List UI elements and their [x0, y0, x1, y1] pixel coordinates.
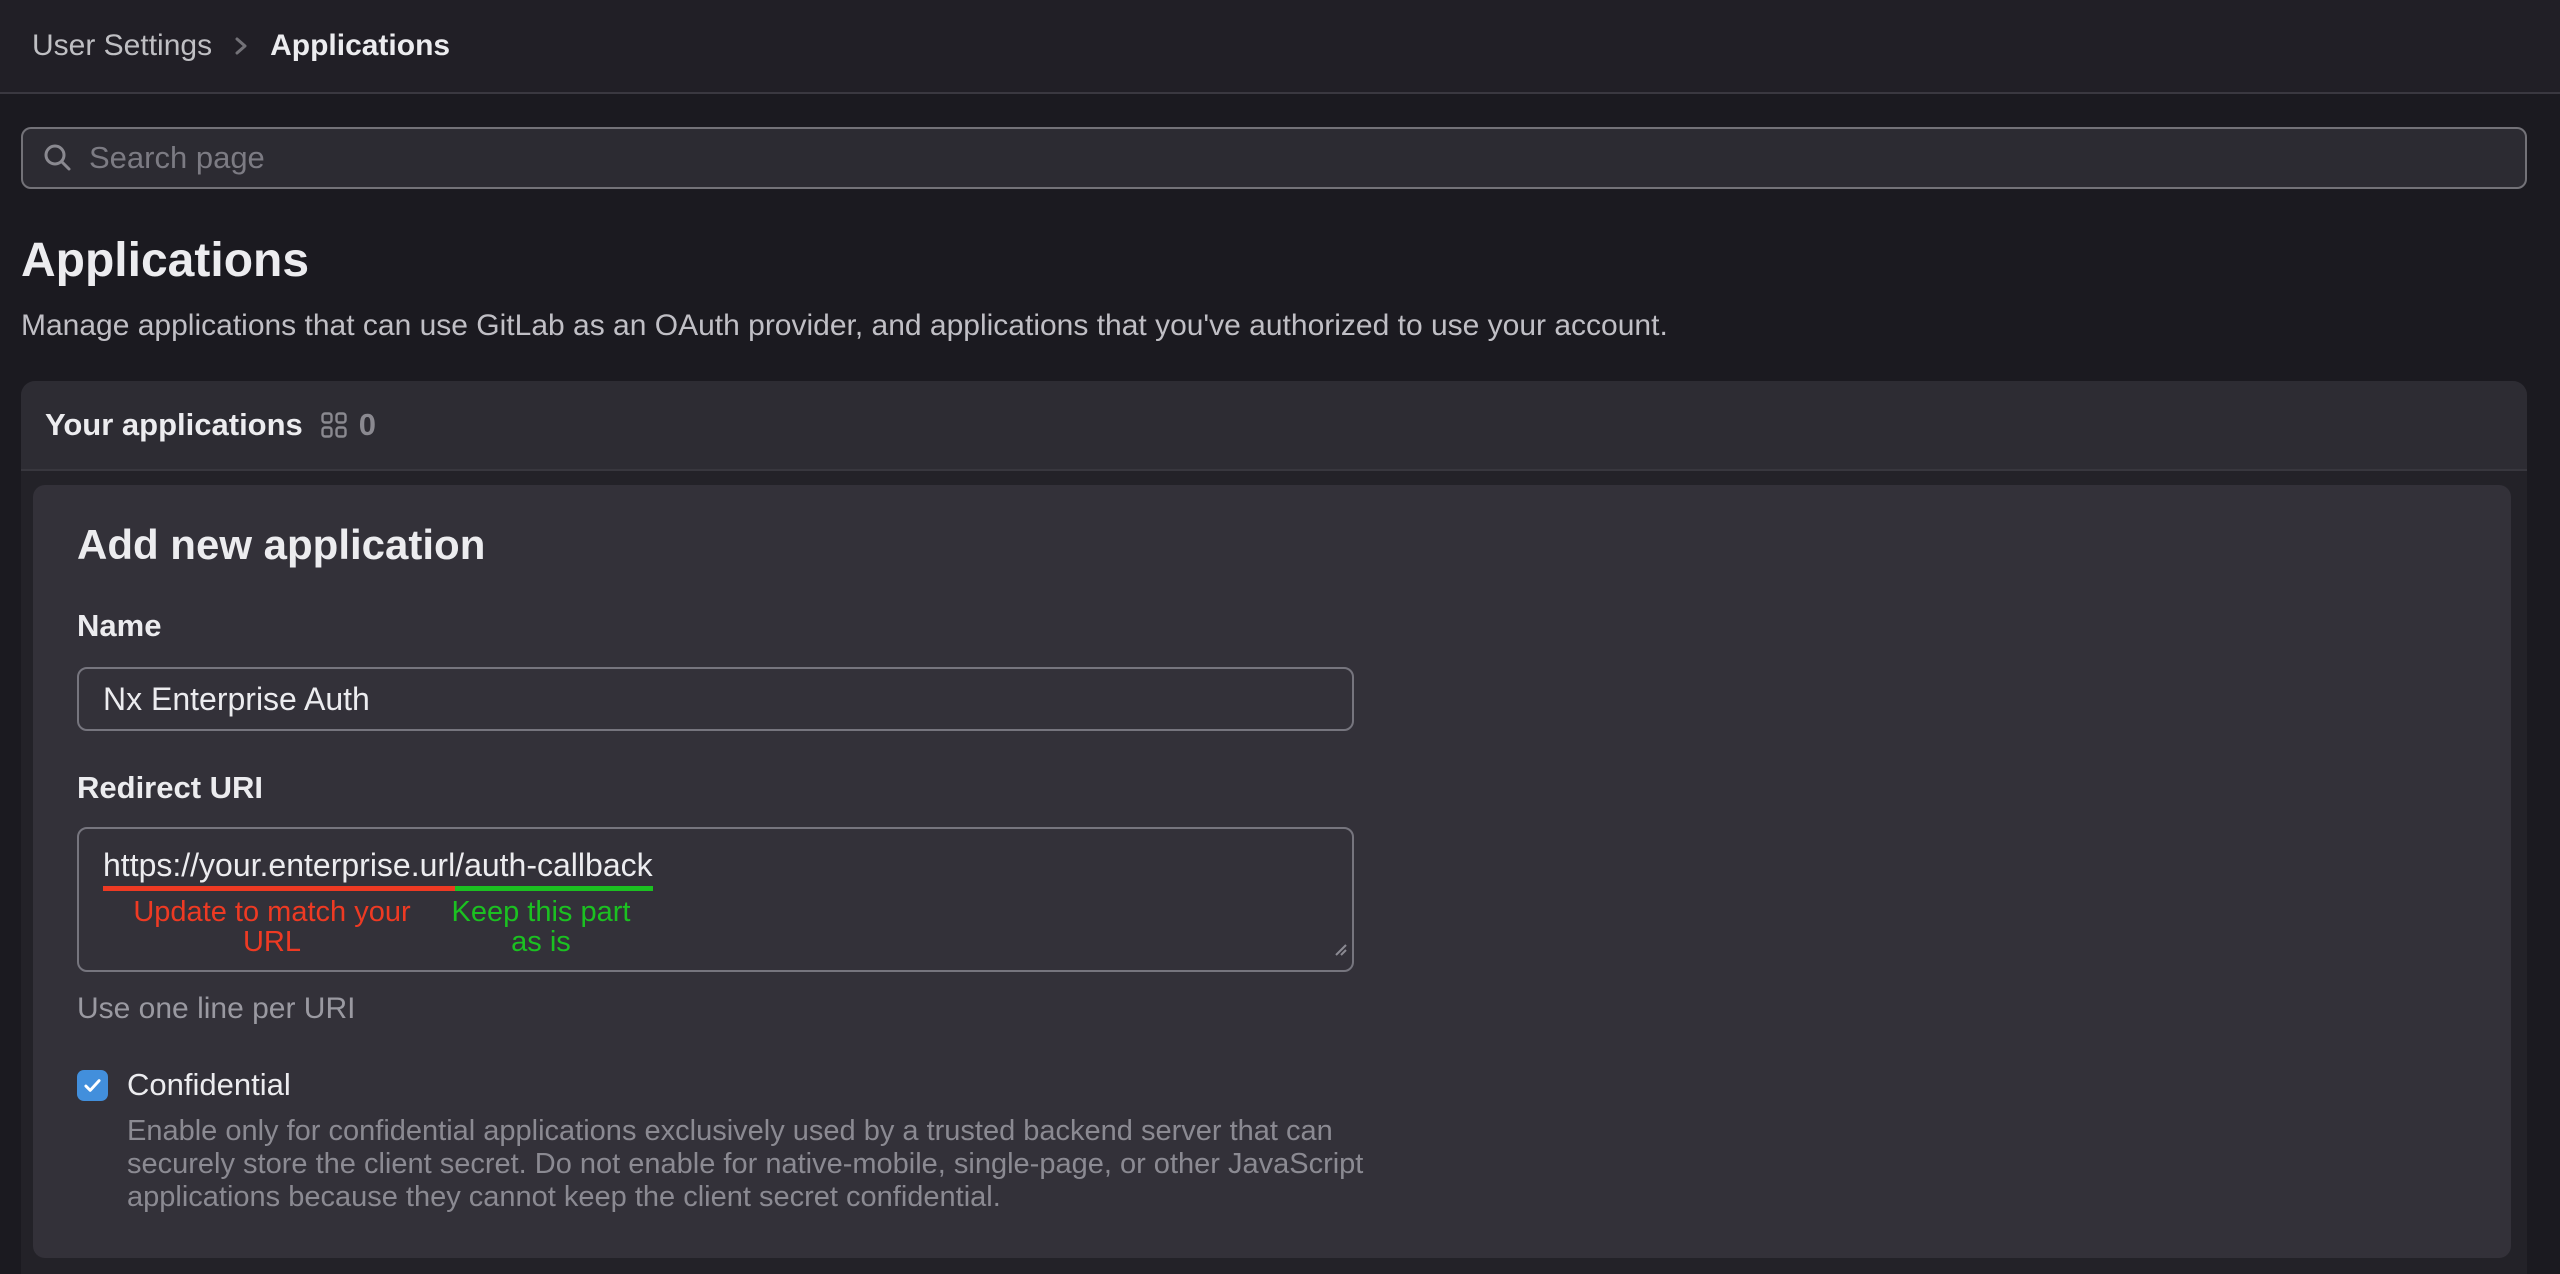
confidential-description: Enable only for confidential application…	[127, 1115, 1367, 1214]
page-description: Manage applications that can use GitLab …	[21, 307, 2527, 345]
search-input[interactable]	[89, 129, 2507, 187]
textarea-resize-handle-icon[interactable]	[1330, 926, 1348, 966]
your-applications-section: Your applications 0 Add new application …	[21, 381, 2527, 1274]
your-applications-header: Your applications 0	[21, 381, 2527, 471]
page-title: Applications	[21, 233, 2527, 289]
confidential-content: Confidential Enable only for confidentia…	[127, 1068, 1367, 1214]
confidential-checkbox[interactable]	[77, 1070, 108, 1101]
search-icon	[41, 141, 75, 175]
search-box[interactable]	[21, 127, 2527, 189]
breadcrumb: User Settings Applications	[32, 29, 450, 63]
redirect-uri-label: Redirect URI	[77, 771, 2467, 805]
name-label: Name	[77, 609, 2467, 643]
breadcrumb-user-settings[interactable]: User Settings	[32, 29, 212, 63]
url-path-part: /auth-callback	[455, 847, 652, 891]
top-bar: User Settings Applications	[0, 0, 2560, 94]
your-applications-title: Your applications	[45, 407, 303, 443]
main-content: Applications Manage applications that ca…	[0, 94, 2560, 1274]
name-input[interactable]	[77, 667, 1354, 731]
url-annotations: Update to match your URL Keep this part …	[103, 897, 1328, 957]
redirect-uri-textarea[interactable]: https://your.enterprise.url/auth-callbac…	[77, 827, 1354, 972]
annotation-update-url: Update to match your URL	[103, 897, 441, 957]
applications-grid-icon	[321, 412, 347, 438]
confidential-row: Confidential Enable only for confidentia…	[77, 1068, 2467, 1214]
confidential-label[interactable]: Confidential	[127, 1068, 1367, 1102]
add-application-card: Add new application Name Redirect URI ht…	[33, 485, 2511, 1258]
add-application-title: Add new application	[77, 521, 2467, 569]
url-host-part: https://your.enterprise.url	[103, 847, 455, 891]
redirect-uri-help: Use one line per URI	[77, 992, 2467, 1026]
redirect-uri-value: https://your.enterprise.url/auth-callbac…	[103, 845, 1328, 885]
your-applications-body: Add new application Name Redirect URI ht…	[21, 471, 2527, 1274]
annotation-keep-part: Keep this part as is	[441, 897, 641, 957]
chevron-right-icon	[230, 31, 252, 61]
applications-count-badge: 0	[359, 407, 376, 443]
breadcrumb-applications: Applications	[270, 29, 450, 63]
